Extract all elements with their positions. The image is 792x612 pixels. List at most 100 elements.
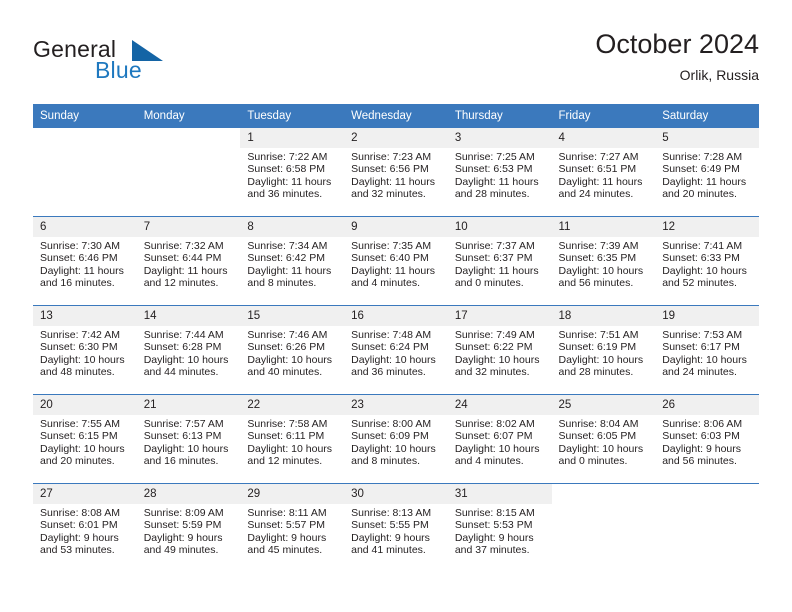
brand-name-blue: Blue — [95, 57, 142, 83]
day-details: Sunrise: 7:35 AM Sunset: 6:40 PM Daylight:… — [344, 237, 448, 290]
calendar-day-cell — [551, 483, 656, 572]
calendar-day-cell[interactable]: 19 Sunrise: 7:53 AM Sunset: 6:17 PM Dayligh… — [655, 305, 759, 395]
calendar-day-cell[interactable]: 1 Sunrise: 7:22 AM Sunset: 6:58 PM Daylight… — [240, 127, 345, 217]
day-number: 7 — [136, 217, 241, 237]
day-number: 20 — [33, 395, 137, 415]
calendar-day-cell[interactable]: 27 Sunrise: 8:08 AM Sunset: 6:01 PM Dayligh… — [33, 483, 137, 572]
day-cell-inner: 29 Sunrise: 8:11 AM Sunset: 5:57 PM Dayligh… — [240, 484, 345, 572]
day-details: Sunrise: 7:41 AM Sunset: 6:33 PM Daylight:… — [655, 237, 759, 290]
calendar-day-cell[interactable]: 17 Sunrise: 7:49 AM Sunset: 6:22 PM Dayligh… — [447, 305, 552, 395]
calendar-day-cell[interactable]: 22 Sunrise: 7:58 AM Sunset: 6:11 PM Dayligh… — [240, 394, 345, 484]
day-cell-inner: 22 Sunrise: 7:58 AM Sunset: 6:11 PM Dayligh… — [240, 395, 345, 483]
page-subtitle: Orlik, Russia — [679, 67, 759, 83]
sunrise-text: Sunrise: 7:49 AM — [454, 329, 535, 341]
calendar-day-cell[interactable]: 4 Sunrise: 7:27 AM Sunset: 6:51 PM Daylight… — [551, 127, 656, 217]
calendar-day-cell[interactable]: 16 Sunrise: 7:48 AM Sunset: 6:24 PM Dayligh… — [344, 305, 448, 395]
calendar-day-cell[interactable]: 23 Sunrise: 8:00 AM Sunset: 6:09 PM Dayligh… — [344, 394, 448, 484]
day-number: 4 — [551, 128, 656, 148]
calendar-day-cell[interactable]: 29 Sunrise: 8:11 AM Sunset: 5:57 PM Dayligh… — [240, 483, 345, 572]
calendar-day-cell[interactable]: 11 Sunrise: 7:39 AM Sunset: 6:35 PM Dayligh… — [551, 216, 656, 306]
sunset-text: Sunset: 6:28 PM — [143, 341, 222, 354]
sunrise-text: Sunrise: 7:58 AM — [247, 418, 328, 430]
day-cell-inner — [552, 484, 656, 572]
calendar-day-cell[interactable]: 14 Sunrise: 7:44 AM Sunset: 6:28 PM Dayligh… — [136, 305, 241, 395]
day-details: Sunrise: 7:25 AM Sunset: 6:53 PM Daylight:… — [448, 148, 552, 201]
calendar-day-cell[interactable]: 28 Sunrise: 8:09 AM Sunset: 5:59 PM Dayligh… — [136, 483, 241, 572]
sunset-text: Sunset: 6:58 PM — [247, 163, 326, 176]
calendar-body: 1 Sunrise: 7:22 AM Sunset: 6:58 PM Daylight… — [33, 127, 759, 572]
day-number — [137, 128, 241, 148]
calendar-table: Sunday Monday Tuesday Wednesday Thursday… — [33, 104, 759, 572]
day-details: Sunrise: 7:42 AM Sunset: 6:30 PM Daylight:… — [33, 326, 137, 379]
day-cell-inner: 1 Sunrise: 7:22 AM Sunset: 6:58 PM Daylight… — [240, 128, 345, 216]
day-details: Sunrise: 7:57 AM Sunset: 6:13 PM Daylight:… — [137, 415, 241, 468]
day-cell-inner: 21 Sunrise: 7:57 AM Sunset: 6:13 PM Dayligh… — [136, 395, 241, 483]
calendar-day-cell[interactable]: 26 Sunrise: 8:06 AM Sunset: 6:03 PM Dayligh… — [655, 394, 759, 484]
calendar-day-cell[interactable]: 3 Sunrise: 7:25 AM Sunset: 6:53 PM Daylight… — [447, 127, 552, 217]
calendar-day-cell[interactable]: 2 Sunrise: 7:23 AM Sunset: 6:56 PM Daylight… — [344, 127, 448, 217]
daylight-text: Daylight: 11 hours and 16 minutes. — [40, 264, 124, 290]
calendar-day-cell[interactable]: 24 Sunrise: 8:02 AM Sunset: 6:07 PM Dayligh… — [447, 394, 552, 484]
sunrise-text: Sunrise: 7:23 AM — [351, 151, 432, 163]
daylight-text: Daylight: 10 hours and 32 minutes. — [454, 353, 540, 379]
calendar-day-cell[interactable]: 12 Sunrise: 7:41 AM Sunset: 6:33 PM Dayligh… — [655, 216, 759, 306]
sunrise-text: Sunrise: 8:04 AM — [558, 418, 639, 430]
day-number — [33, 128, 137, 148]
day-details: Sunrise: 7:30 AM Sunset: 6:46 PM Daylight:… — [33, 237, 137, 290]
calendar-day-cell[interactable]: 25 Sunrise: 8:04 AM Sunset: 6:05 PM Dayligh… — [551, 394, 656, 484]
calendar-day-cell — [33, 127, 137, 217]
day-details: Sunrise: 7:22 AM Sunset: 6:58 PM Daylight:… — [240, 148, 344, 201]
calendar-day-cell[interactable]: 13 Sunrise: 7:42 AM Sunset: 6:30 PM Dayligh… — [33, 305, 137, 395]
calendar-day-cell[interactable]: 9 Sunrise: 7:35 AM Sunset: 6:40 PM Daylight… — [344, 216, 448, 306]
day-number: 10 — [447, 217, 552, 237]
sunrise-text: Sunrise: 7:25 AM — [454, 151, 535, 163]
day-number: 8 — [240, 217, 345, 237]
day-cell-inner: 7 Sunrise: 7:32 AM Sunset: 6:44 PM Daylight… — [136, 217, 241, 305]
calendar-day-cell[interactable]: 15 Sunrise: 7:46 AM Sunset: 6:26 PM Dayligh… — [240, 305, 345, 395]
calendar-day-cell[interactable]: 6 Sunrise: 7:30 AM Sunset: 6:46 PM Daylight… — [33, 216, 137, 306]
sunrise-text: Sunrise: 7:28 AM — [662, 151, 743, 163]
day-cell-inner: 14 Sunrise: 7:44 AM Sunset: 6:28 PM Dayligh… — [136, 306, 241, 394]
day-details: Sunrise: 7:48 AM Sunset: 6:24 PM Daylight:… — [344, 326, 448, 379]
sunset-text: Sunset: 6:35 PM — [558, 252, 637, 265]
day-number: 31 — [447, 484, 552, 504]
day-number — [655, 484, 759, 504]
sunset-text: Sunset: 5:55 PM — [351, 519, 429, 532]
weekday-header-row: Sunday Monday Tuesday Wednesday Thursday… — [33, 104, 759, 128]
sunset-text: Sunset: 6:15 PM — [40, 430, 118, 443]
calendar-day-cell[interactable]: 21 Sunrise: 7:57 AM Sunset: 6:13 PM Dayligh… — [136, 394, 241, 484]
day-cell-inner: 25 Sunrise: 8:04 AM Sunset: 6:05 PM Dayligh… — [551, 395, 656, 483]
day-number — [552, 484, 656, 504]
sunrise-text: Sunrise: 7:30 AM — [40, 240, 120, 252]
day-cell-inner: 6 Sunrise: 7:30 AM Sunset: 6:46 PM Daylight… — [33, 217, 137, 305]
calendar-day-cell[interactable]: 5 Sunrise: 7:28 AM Sunset: 6:49 PM Daylight… — [655, 127, 759, 217]
calendar-day-cell[interactable]: 10 Sunrise: 7:37 AM Sunset: 6:37 PM Dayligh… — [447, 216, 552, 306]
calendar-day-cell[interactable]: 8 Sunrise: 7:34 AM Sunset: 6:42 PM Daylight… — [240, 216, 345, 306]
day-cell-inner — [137, 128, 241, 216]
day-cell-inner: 30 Sunrise: 8:13 AM Sunset: 5:55 PM Dayligh… — [344, 484, 448, 572]
daylight-text: Daylight: 11 hours and 12 minutes. — [143, 264, 228, 290]
day-number: 23 — [344, 395, 448, 415]
daylight-text: Daylight: 10 hours and 24 minutes. — [662, 353, 747, 379]
daylight-text: Daylight: 10 hours and 20 minutes. — [40, 442, 125, 468]
sunrise-text: Sunrise: 7:37 AM — [454, 240, 535, 252]
day-cell-inner — [33, 128, 137, 216]
calendar-day-cell[interactable]: 31 Sunrise: 8:15 AM Sunset: 5:53 PM Dayligh… — [447, 483, 552, 572]
sunrise-text: Sunrise: 7:51 AM — [558, 329, 639, 341]
day-number: 5 — [655, 128, 759, 148]
day-number: 3 — [447, 128, 552, 148]
day-number: 11 — [551, 217, 656, 237]
daylight-text: Daylight: 11 hours and 20 minutes. — [662, 175, 747, 201]
calendar-day-cell[interactable]: 7 Sunrise: 7:32 AM Sunset: 6:44 PM Daylight… — [136, 216, 241, 306]
day-cell-inner: 31 Sunrise: 8:15 AM Sunset: 5:53 PM Dayligh… — [447, 484, 552, 572]
day-details: Sunrise: 7:46 AM Sunset: 6:26 PM Daylight:… — [240, 326, 344, 379]
day-details: Sunrise: 7:44 AM Sunset: 6:28 PM Daylight:… — [137, 326, 241, 379]
day-details: Sunrise: 7:58 AM Sunset: 6:11 PM Daylight:… — [240, 415, 344, 468]
day-cell-inner: 15 Sunrise: 7:46 AM Sunset: 6:26 PM Dayligh… — [240, 306, 345, 394]
calendar-day-cell[interactable]: 30 Sunrise: 8:13 AM Sunset: 5:55 PM Dayligh… — [344, 483, 448, 572]
daylight-text: Daylight: 10 hours and 56 minutes. — [558, 264, 644, 290]
daylight-text: Daylight: 9 hours and 56 minutes. — [662, 442, 742, 468]
calendar-day-cell[interactable]: 20 Sunrise: 7:55 AM Sunset: 6:15 PM Dayligh… — [33, 394, 137, 484]
day-details: Sunrise: 8:09 AM Sunset: 5:59 PM Daylight:… — [137, 504, 241, 557]
calendar-day-cell[interactable]: 18 Sunrise: 7:51 AM Sunset: 6:19 PM Dayligh… — [551, 305, 656, 395]
